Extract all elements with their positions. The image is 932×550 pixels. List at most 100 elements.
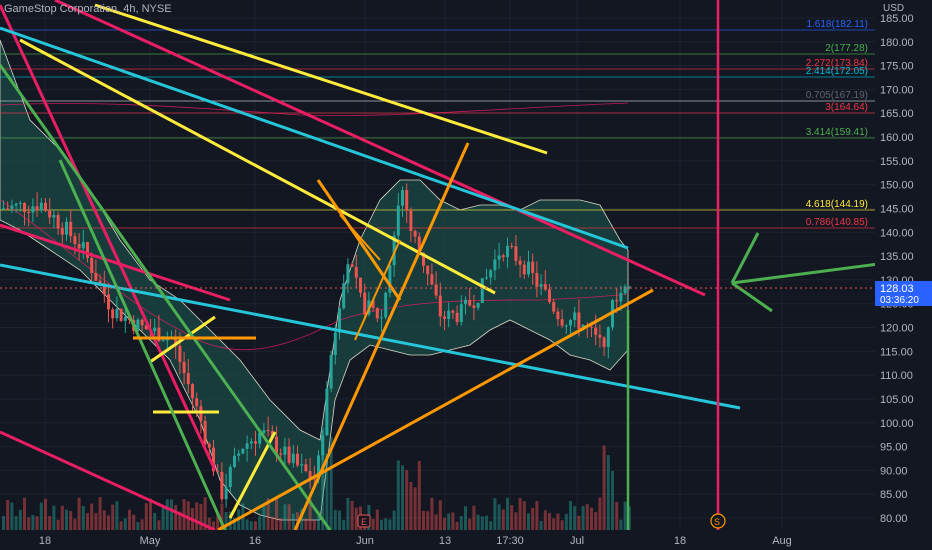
volume-bar bbox=[581, 506, 585, 530]
time-axis-label: 17:30 bbox=[496, 535, 524, 547]
volume-bar bbox=[86, 513, 89, 530]
fib-level-label: 1.618(182.11) bbox=[806, 19, 868, 30]
fib-level-label: 2.414(172.05) bbox=[806, 66, 868, 77]
split-marker[interactable]: S bbox=[710, 513, 726, 529]
volume-bar bbox=[598, 497, 602, 530]
volume-bar bbox=[275, 497, 278, 530]
candle bbox=[363, 292, 367, 315]
candle bbox=[615, 300, 619, 302]
candle bbox=[119, 308, 123, 321]
candle bbox=[485, 277, 488, 279]
candle bbox=[468, 299, 472, 306]
candle bbox=[493, 259, 497, 271]
volume-bar bbox=[405, 470, 409, 530]
candle bbox=[228, 466, 232, 487]
candle bbox=[480, 278, 484, 303]
volume-bar bbox=[611, 470, 614, 530]
volume-bar bbox=[149, 498, 152, 530]
volume-bar bbox=[426, 511, 430, 530]
price-axis-label: 155.00 bbox=[880, 156, 914, 168]
price-axis-label: 95.00 bbox=[880, 442, 908, 454]
candle bbox=[354, 266, 358, 278]
price-axis-label: 185.00 bbox=[880, 13, 914, 25]
volume-bar bbox=[489, 521, 493, 530]
volume-bar bbox=[535, 501, 539, 530]
volume-bar bbox=[350, 500, 354, 530]
candle bbox=[451, 310, 455, 313]
candle bbox=[375, 308, 379, 319]
volume-bar bbox=[249, 521, 253, 530]
candle bbox=[287, 446, 291, 463]
candle bbox=[535, 272, 539, 287]
candle bbox=[241, 448, 245, 454]
candle bbox=[556, 311, 560, 320]
candle bbox=[560, 319, 564, 326]
volume-bar bbox=[552, 518, 556, 530]
volume-bar bbox=[245, 519, 249, 530]
volume-bar bbox=[279, 518, 283, 530]
candle bbox=[350, 264, 354, 267]
candle bbox=[497, 255, 501, 260]
candle bbox=[18, 202, 22, 204]
candle bbox=[182, 361, 186, 374]
price-chart[interactable]: 185.00 180.00 175.00 170.00 165.00 160.00 155.… bbox=[0, 0, 932, 550]
price-axis-label: 90.00 bbox=[880, 465, 908, 477]
volume-bar bbox=[2, 515, 5, 530]
volume-bar bbox=[531, 507, 535, 530]
volume-bar bbox=[602, 445, 606, 530]
volume-bar bbox=[417, 461, 421, 530]
volume-bar bbox=[560, 520, 564, 530]
time-axis-label: Jul bbox=[570, 535, 584, 547]
volume-bar bbox=[476, 514, 480, 530]
candle bbox=[590, 326, 593, 328]
volume-bar bbox=[623, 501, 627, 530]
candle bbox=[329, 355, 333, 389]
candle bbox=[342, 283, 346, 309]
volume-bar bbox=[23, 497, 26, 530]
candle bbox=[31, 206, 35, 213]
candle bbox=[598, 334, 602, 338]
volume-bar bbox=[585, 504, 589, 530]
candle bbox=[77, 243, 81, 249]
candle bbox=[220, 471, 224, 500]
candle bbox=[186, 373, 190, 385]
volume-bar bbox=[81, 505, 85, 530]
candle bbox=[10, 205, 14, 209]
candle bbox=[531, 261, 535, 273]
candle bbox=[178, 345, 182, 362]
volume-bar bbox=[455, 521, 459, 530]
volume-bar bbox=[510, 505, 514, 530]
candle bbox=[191, 384, 194, 399]
volume-bar bbox=[430, 497, 434, 530]
candle bbox=[195, 398, 199, 407]
price-axis-label: 120.00 bbox=[880, 323, 914, 335]
price-axis-label: 80.00 bbox=[880, 513, 908, 525]
volume-bar bbox=[77, 497, 81, 530]
candle bbox=[384, 292, 388, 318]
volume-bar bbox=[619, 519, 623, 530]
currency-label: USD bbox=[883, 3, 905, 14]
volume-bar bbox=[464, 506, 467, 530]
price-axis-label: 110.00 bbox=[880, 370, 913, 382]
candle bbox=[304, 464, 308, 472]
candle bbox=[514, 246, 518, 261]
fib-level-label: 0.705(167.19) bbox=[806, 90, 868, 101]
candle bbox=[115, 308, 119, 319]
volume-bar bbox=[35, 516, 39, 530]
candle bbox=[6, 208, 10, 210]
volume-bar bbox=[573, 506, 577, 530]
fib-level-label: 0.786(140.85) bbox=[806, 217, 868, 228]
volume-bar bbox=[556, 513, 560, 530]
time-axis-label: Aug bbox=[772, 535, 792, 547]
svg-text:E: E bbox=[361, 517, 367, 527]
volume-bar bbox=[317, 515, 320, 530]
volume-bar bbox=[606, 455, 610, 530]
candle bbox=[111, 309, 115, 319]
volume-bar bbox=[254, 521, 257, 530]
candle bbox=[573, 312, 577, 320]
volume-bar bbox=[60, 505, 64, 530]
candle bbox=[94, 273, 98, 281]
earnings-marker[interactable]: E bbox=[357, 514, 371, 528]
candle bbox=[153, 327, 157, 332]
candle bbox=[602, 337, 606, 347]
